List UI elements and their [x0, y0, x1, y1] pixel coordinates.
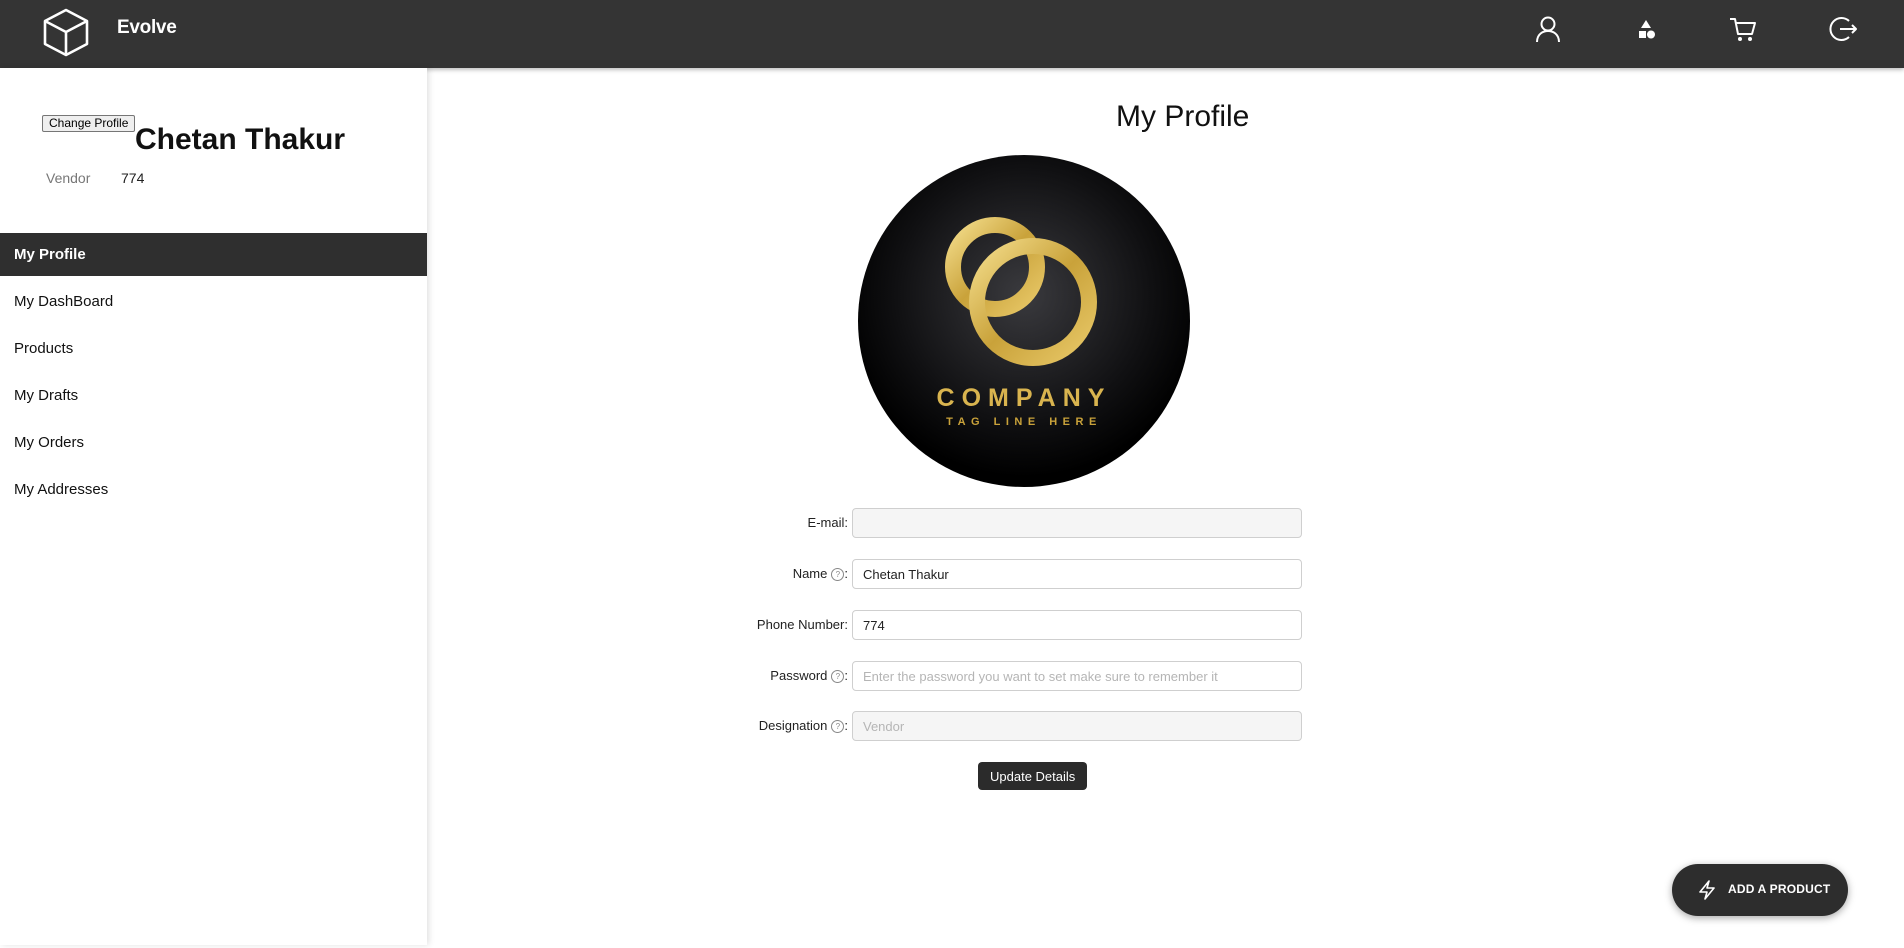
box-logo-icon[interactable] [40, 6, 92, 58]
brand-name[interactable]: Evolve [117, 17, 177, 39]
help-icon[interactable]: ? [831, 568, 845, 581]
help-icon[interactable]: ? [831, 720, 845, 733]
cart-icon[interactable] [1727, 13, 1759, 45]
designation-row: Designation?: [650, 711, 1302, 741]
lightning-icon [1699, 880, 1715, 900]
name-label: Name [792, 566, 828, 581]
profile-avatar[interactable]: COMPANY TAG LINE HERE [858, 155, 1190, 487]
name-row: Name?: [650, 559, 1302, 589]
phone-field[interactable] [852, 610, 1302, 640]
sidebar-item-my-profile[interactable]: My Profile [0, 233, 427, 276]
sidebar-item-my-orders[interactable]: My Orders [0, 421, 427, 464]
sidebar-item-my-dashboard[interactable]: My DashBoard [0, 280, 427, 323]
sidebar: Change Profile Chetan Thakur Vendor 774 … [0, 68, 427, 945]
phone-label: Phone Number [756, 617, 845, 632]
change-profile-button[interactable]: Change Profile [42, 115, 136, 132]
sidebar-menu: My Profile My DashBoard Products My Draf… [0, 233, 427, 515]
add-product-button[interactable]: ADD A PRODUCT [1672, 864, 1848, 916]
top-navbar: Evolve [0, 0, 1904, 68]
avatar-company-text: COMPANY [937, 384, 1112, 412]
name-field[interactable] [852, 559, 1302, 589]
designation-field[interactable] [852, 711, 1302, 741]
profile-role: Vendor [46, 170, 91, 186]
password-label: Password [770, 668, 828, 683]
sidebar-item-my-addresses[interactable]: My Addresses [0, 468, 427, 511]
logout-icon[interactable] [1827, 13, 1859, 45]
sidebar-item-my-drafts[interactable]: My Drafts [0, 374, 427, 417]
user-icon[interactable] [1532, 13, 1564, 45]
sidebar-item-products[interactable]: Products [0, 327, 427, 370]
add-product-label: ADD A PRODUCT [1728, 882, 1831, 896]
update-details-button[interactable]: Update Details [978, 762, 1088, 790]
password-row: Password?: [650, 661, 1302, 691]
profile-phone: 774 [121, 170, 145, 186]
password-field[interactable] [852, 661, 1302, 691]
email-row: E-mail: [650, 508, 1302, 538]
help-icon[interactable]: ? [831, 670, 845, 683]
page-title: My Profile [1116, 100, 1250, 133]
avatar-tagline-text: TAG LINE HERE [946, 416, 1102, 428]
profile-user-name: Chetan Thakur [135, 123, 346, 156]
phone-row: Phone Number: [650, 610, 1302, 640]
email-field[interactable] [852, 508, 1302, 538]
email-label: E-mail [807, 515, 845, 530]
designation-label: Designation [758, 718, 828, 733]
shapes-icon[interactable] [1630, 13, 1662, 45]
